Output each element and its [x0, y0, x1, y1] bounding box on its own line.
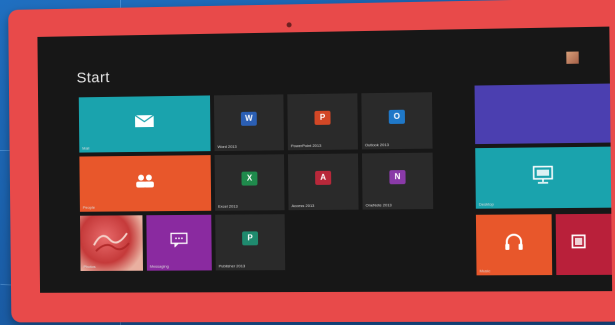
tile-music[interactable]: Music — [475, 214, 553, 276]
camera — [286, 22, 292, 28]
tile-label: PowerPoint 2013 — [290, 142, 322, 149]
tile-label: Messaging — [149, 263, 169, 269]
tile-label: Word 2013 — [217, 143, 237, 150]
tile-video[interactable] — [555, 213, 612, 276]
word-icon: W — [240, 111, 257, 126]
tile-messaging[interactable]: Messaging — [146, 214, 212, 271]
tile-desktop[interactable]: Desktop — [475, 146, 612, 209]
headphones-icon — [504, 233, 525, 250]
tile-label: Outlook 2013 — [364, 142, 389, 148]
people-icon — [136, 174, 154, 188]
avatar — [566, 51, 579, 64]
tile-publisher[interactable]: P Publisher 2013 — [215, 214, 286, 271]
photo-icon — [92, 225, 131, 255]
tile-excel[interactable]: X Excel 2013 — [214, 154, 285, 211]
tile-label: Access 2013 — [291, 202, 315, 209]
powerpoint-icon: P — [314, 110, 331, 125]
video-icon — [570, 233, 587, 249]
user-account[interactable] — [531, 51, 579, 65]
tablet-frame: Start Mail W Word 2013 P PowerPoint 2013… — [8, 0, 615, 323]
messaging-icon — [170, 232, 188, 247]
tile-word[interactable]: W Word 2013 — [213, 94, 284, 152]
publisher-icon: P — [242, 230, 259, 245]
start-screen: Start Mail W Word 2013 P PowerPoint 2013… — [37, 26, 613, 293]
tile-outlook[interactable]: O Outlook 2013 — [361, 92, 433, 150]
excel-icon: X — [241, 171, 258, 186]
tile-label: Photos — [83, 264, 96, 269]
tile-photos[interactable]: Photos — [79, 215, 144, 271]
tile-access[interactable]: A Access 2013 — [287, 153, 359, 211]
tile-mail[interactable]: Mail — [78, 95, 211, 153]
tile-calendar[interactable] — [474, 83, 611, 145]
user-name — [531, 58, 562, 59]
tile-label: OneNote 2013 — [365, 202, 392, 208]
tile-powerpoint[interactable]: P PowerPoint 2013 — [287, 93, 358, 151]
tile-label: Desktop — [478, 201, 494, 207]
tile-label: Excel 2013 — [218, 203, 238, 209]
outlook-icon: O — [388, 109, 405, 124]
page-title: Start — [76, 69, 110, 87]
tile-label: People — [82, 204, 95, 210]
desktop-icon — [533, 166, 554, 184]
access-icon: A — [315, 170, 332, 185]
tile-label: Music — [479, 268, 491, 274]
tile-onenote[interactable]: N OneNote 2013 — [361, 152, 434, 210]
tile-label: Mail — [82, 145, 90, 151]
tile-people[interactable]: People — [79, 155, 212, 212]
tile-label: Publisher 2013 — [218, 263, 246, 269]
onenote-icon: N — [389, 169, 406, 184]
mail-icon — [135, 115, 155, 128]
